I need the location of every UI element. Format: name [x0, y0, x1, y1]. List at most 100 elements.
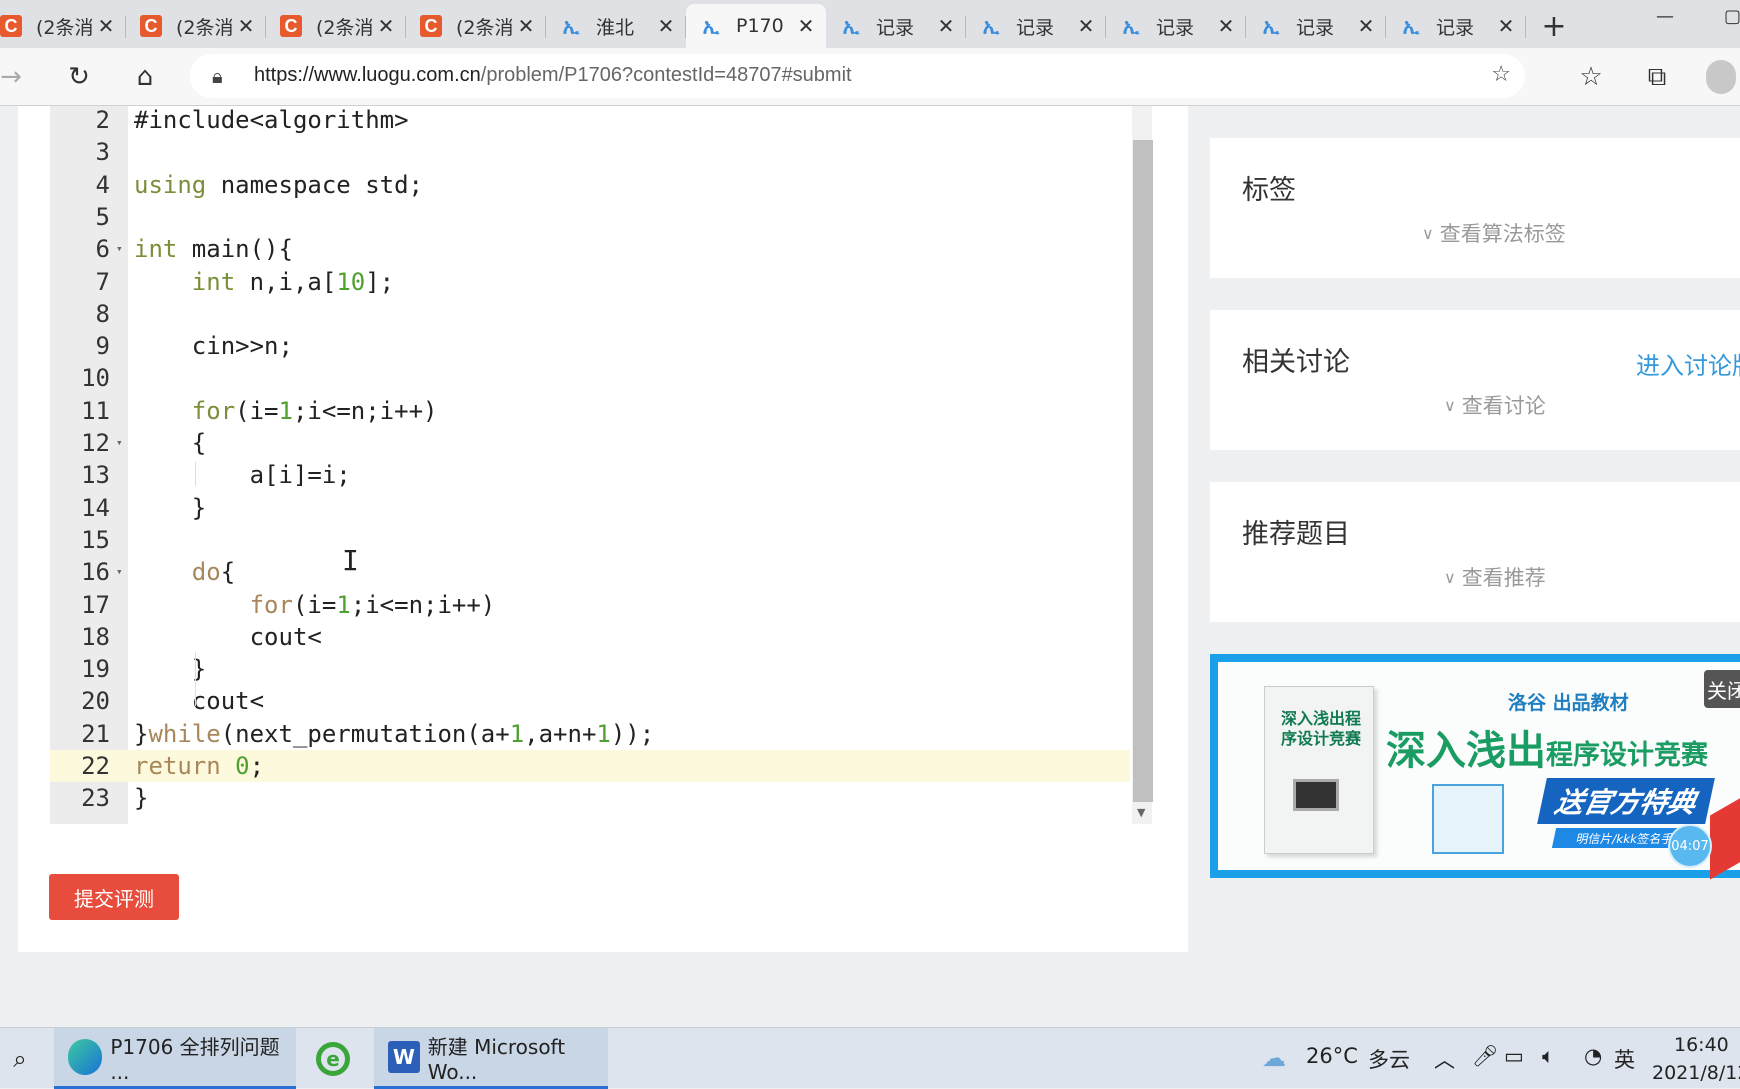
browser-tab[interactable]: ኢ 淮北 ✕: [546, 4, 686, 48]
address-bar[interactable]: 🔒︎ https://www.luogu.com.cn/problem/P170…: [190, 54, 1525, 98]
code-line[interactable]: 6 ▾ int main(){: [50, 233, 1130, 265]
code-line[interactable]: 3: [50, 136, 1130, 168]
close-icon[interactable]: ✕: [1076, 14, 1096, 38]
code-line[interactable]: 20 cout<: [50, 685, 1130, 717]
fold-arrow-icon[interactable]: ▾: [116, 427, 123, 459]
clock-date[interactable]: 2021/8/12: [1652, 1062, 1740, 1084]
taskbar-ie-item[interactable]: e: [316, 1028, 352, 1089]
chevron-up-icon[interactable]: ︿: [1434, 1044, 1455, 1074]
code-line[interactable]: 22 return 0;: [50, 750, 1130, 782]
code-line[interactable]: 16 ▾ do{: [50, 556, 1130, 588]
code-text: do{: [191, 558, 236, 587]
browser-tab[interactable]: ኢ 记录 ✕: [966, 4, 1106, 48]
ad-banner[interactable]: 深入浅出程序设计竞赛 洛谷 出品教材 深入浅出程序设计竞赛 送官方特典 明信片/…: [1210, 654, 1740, 880]
close-icon[interactable]: ✕: [96, 14, 116, 38]
browser-tab[interactable]: ኢ 记录 ✕: [1106, 4, 1246, 48]
ime-indicator[interactable]: 英: [1614, 1044, 1635, 1074]
code-line[interactable]: 17 for(i=1;i<=n;i++): [50, 589, 1130, 621]
minimize-button[interactable]: —: [1656, 6, 1674, 27]
enter-discussion-link[interactable]: 进入讨论版: [1636, 346, 1740, 381]
code-line[interactable]: 23}: [50, 782, 1130, 814]
ad-banner-text: 送官方特典: [1537, 778, 1715, 824]
microphone-icon[interactable]: 🎤︎: [1472, 1044, 1499, 1069]
view-tags-link[interactable]: ∨ 查看算法标签: [1422, 218, 1566, 248]
close-icon[interactable]: ✕: [236, 14, 256, 38]
fold-arrow-icon[interactable]: ▾: [116, 556, 123, 588]
new-tab-button[interactable]: +: [1526, 4, 1582, 48]
code-line[interactable]: 2 #include<algorithm>: [50, 106, 1130, 136]
collections-icon[interactable]: ⧉: [1640, 60, 1674, 94]
close-icon[interactable]: ✕: [376, 14, 396, 38]
url-text[interactable]: https://www.luogu.com.cn/problem/P1706?c…: [254, 64, 852, 87]
line-number: 6: [95, 235, 110, 264]
code-line[interactable]: 18 cout<: [50, 621, 1130, 653]
code-text: }: [134, 784, 149, 813]
line-number: 8: [95, 299, 110, 328]
close-icon[interactable]: ✕: [1356, 14, 1376, 38]
close-icon[interactable]: ✕: [1216, 14, 1236, 38]
code-editor[interactable]: #include<iostream> 2#include<algorithm>3…: [50, 106, 1154, 824]
text-cursor-icon: I: [342, 544, 359, 577]
maximize-button[interactable]: ▢: [1724, 6, 1740, 27]
line-number: 20: [81, 687, 110, 716]
browser-tab[interactable]: ኢ 记录 ✕: [826, 4, 966, 48]
taskbar-edge-item[interactable]: P1706 全排列问题 ...: [54, 1028, 296, 1089]
recommend-card: 推荐题目 ∨ 查看推荐: [1210, 482, 1740, 622]
indent-guide: [195, 652, 196, 706]
clock-time[interactable]: 16:40: [1674, 1034, 1729, 1056]
code-line[interactable]: 14 }: [50, 492, 1130, 524]
browser-tab[interactable]: ኢ 记录 ✕: [1246, 4, 1386, 48]
ad-thumbnail-image: [1432, 784, 1504, 854]
fold-arrow-icon[interactable]: ▾: [116, 233, 123, 265]
code-line[interactable]: 12 ▾ {: [50, 427, 1130, 459]
browser-tab[interactable]: ኢ P170 ✕: [686, 4, 826, 48]
computer-illustration: [1293, 779, 1339, 811]
code-line[interactable]: 10: [50, 362, 1130, 394]
line-number: 3: [95, 138, 110, 167]
add-favorite-icon[interactable]: ☆: [1491, 62, 1511, 87]
code-line[interactable]: 13 a[i]=i;: [50, 459, 1130, 491]
code-line[interactable]: 15: [50, 524, 1130, 556]
code-line[interactable]: 19 }: [50, 653, 1130, 685]
code-line[interactable]: 21}while(next_permutation(a+1,a+n+1));: [50, 718, 1130, 750]
browser-tab[interactable]: C (2条消 ✕: [406, 4, 546, 48]
battery-icon[interactable]: ▭: [1504, 1044, 1524, 1068]
browser-tab[interactable]: ኢ 记录 ✕: [1386, 4, 1526, 48]
forward-icon[interactable]: →: [0, 60, 28, 94]
close-icon[interactable]: ✕: [516, 14, 536, 38]
weather-cloud-icon[interactable]: ☁: [1262, 1044, 1286, 1072]
view-recommend-link[interactable]: ∨ 查看推荐: [1444, 562, 1546, 592]
profile-avatar-icon[interactable]: [1706, 60, 1736, 94]
browser-tab[interactable]: C (2条消 ✕: [266, 4, 406, 48]
wifi-icon[interactable]: ◔: [1584, 1044, 1602, 1068]
code-line[interactable]: 8: [50, 298, 1130, 330]
favorites-icon[interactable]: ☆: [1574, 60, 1608, 94]
submit-button[interactable]: 提交评测: [49, 874, 179, 920]
browser-tab[interactable]: C (2条消 ✕: [126, 4, 266, 48]
weather-desc[interactable]: 多云: [1368, 1044, 1410, 1074]
ad-close-button[interactable]: 关闭: [1704, 670, 1740, 708]
taskbar-word-item[interactable]: W 新建 Microsoft Wo...: [374, 1028, 608, 1089]
recommend-title: 推荐题目: [1242, 519, 1350, 550]
scrollbar-thumb[interactable]: [1133, 140, 1153, 802]
code-line[interactable]: 7 int n,i,a[10];: [50, 266, 1130, 298]
code-line[interactable]: 9 cin>>n;: [50, 330, 1130, 362]
scroll-down-icon[interactable]: ▼: [1137, 806, 1145, 819]
luogu-icon: ኢ: [562, 14, 580, 38]
close-icon[interactable]: ✕: [796, 14, 816, 38]
code-line[interactable]: 4 using namespace std;: [50, 169, 1130, 201]
close-icon[interactable]: ✕: [1496, 14, 1516, 38]
code-text: cout<: [134, 622, 322, 651]
weather-temp[interactable]: 26°C: [1306, 1044, 1358, 1068]
close-icon[interactable]: ✕: [656, 14, 676, 38]
code-line[interactable]: 5: [50, 201, 1130, 233]
tab-title: 记录: [1296, 16, 1335, 39]
home-icon[interactable]: ⌂: [128, 60, 162, 94]
volume-icon[interactable]: 🔈︎: [1542, 1044, 1555, 1069]
search-icon[interactable]: ⌕: [0, 1028, 40, 1089]
close-icon[interactable]: ✕: [936, 14, 956, 38]
browser-tab[interactable]: C (2条消 ✕: [0, 4, 126, 48]
code-line[interactable]: 11 for(i=1;i<=n;i++): [50, 395, 1130, 427]
view-discussion-link[interactable]: ∨ 查看讨论: [1444, 390, 1546, 420]
refresh-icon[interactable]: ↻: [62, 60, 96, 94]
